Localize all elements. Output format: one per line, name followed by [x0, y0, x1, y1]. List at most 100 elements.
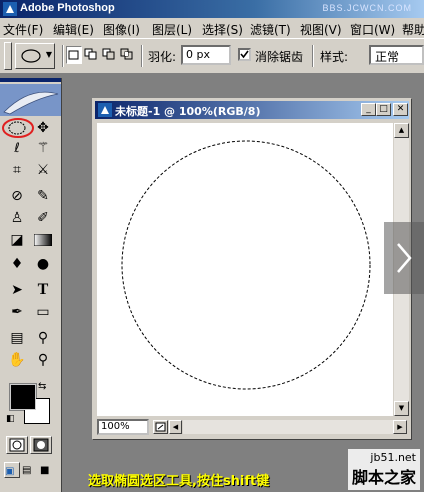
magic-wand-tool[interactable]: ⚚	[32, 138, 54, 158]
menu-select[interactable]: 选择(S)	[202, 21, 243, 38]
photoshop-doc-icon	[98, 103, 112, 117]
status-info-icon	[155, 422, 166, 432]
feather-input[interactable]: 0 px	[181, 45, 231, 65]
arrow-left-icon: ◀	[172, 423, 179, 431]
quick-mask-mode-button[interactable]	[30, 436, 52, 454]
quick-mask-icon	[33, 438, 49, 452]
full-screen-mode-button[interactable]: ■	[40, 462, 56, 478]
options-grip[interactable]	[4, 42, 12, 70]
menu-bar: 文件(F) 编辑(E) 图像(I) 图层(L) 选择(S) 滤镜(T) 视图(V…	[0, 18, 424, 38]
dodge-tool[interactable]: ●	[32, 254, 54, 274]
toolbox-panel: ✥ ℓ ⚚ ⌗ ⚔ ⊘ ✎ ♙ ✐ ◪ ♦ ● ➤ T ✒ ▭ ▤ ⚲ ✋ ⚲ …	[0, 78, 62, 492]
screen-mode-icon: ■	[40, 465, 50, 476]
menu-image[interactable]: 图像(I)	[103, 21, 140, 38]
standard-screen-mode-button[interactable]: ▣	[4, 462, 20, 478]
screen-mode-icon: ▣	[5, 466, 15, 477]
standard-mode-icon	[9, 438, 25, 452]
magnifier-icon: ⚲	[37, 352, 49, 368]
new-selection-button[interactable]	[66, 46, 82, 64]
type-tool[interactable]: T	[32, 280, 54, 300]
scroll-right-button[interactable]: ▶	[393, 420, 407, 434]
blur-tool[interactable]: ♦	[6, 254, 28, 274]
note-icon: ▤	[10, 330, 24, 346]
lasso-tool[interactable]: ℓ	[6, 138, 28, 158]
slice-tool[interactable]: ⚔	[32, 160, 54, 180]
brush-tool[interactable]: ✎	[32, 186, 54, 206]
options-bar: ▼ 羽化: 0 px 消除锯齿 样式: 正常	[0, 38, 424, 74]
document-title-bar[interactable]: 未标题-1 @ 100%(RGB/8) _ □ ✕	[95, 101, 409, 119]
subtract-selection-icon	[102, 48, 115, 60]
pen-tool[interactable]: ✒	[6, 302, 28, 322]
menu-filter[interactable]: 滤镜(T)	[250, 21, 291, 38]
notes-tool[interactable]: ▤	[6, 328, 28, 348]
checkmark-icon	[240, 50, 249, 59]
lasso-icon: ℓ	[14, 140, 20, 156]
tool-preset-picker[interactable]: ▼	[15, 43, 55, 69]
move-tool[interactable]: ✥	[32, 118, 54, 138]
gradient-tool[interactable]	[32, 230, 54, 250]
healing-brush-tool[interactable]: ⊘	[6, 186, 28, 206]
menu-window[interactable]: 窗口(W)	[350, 21, 395, 38]
history-brush-icon: ✐	[37, 210, 49, 226]
document-title: 未标题-1 @ 100%(RGB/8)	[115, 105, 261, 118]
magic-wand-icon: ⚚	[36, 140, 50, 156]
next-image-button[interactable]	[384, 222, 424, 294]
add-selection-button[interactable]	[84, 46, 100, 64]
menu-view[interactable]: 视图(V)	[300, 21, 342, 38]
menu-layer[interactable]: 图层(L)	[152, 21, 192, 38]
brush-icon: ✎	[37, 188, 49, 204]
swap-colors-icon[interactable]: ⇆	[38, 381, 46, 392]
scroll-down-button[interactable]: ▼	[394, 401, 409, 416]
zoom-tool[interactable]: ⚲	[32, 350, 54, 370]
feather-logo-icon[interactable]	[0, 84, 61, 116]
close-button[interactable]: ✕	[393, 103, 408, 116]
menu-file[interactable]: 文件(F)	[3, 21, 43, 38]
full-screen-menu-mode-button[interactable]: ▤	[22, 462, 38, 478]
style-select[interactable]: 正常	[369, 45, 424, 65]
toolbox-header[interactable]	[0, 78, 61, 82]
eyedropper-icon: ⚲	[37, 330, 49, 346]
separator	[312, 45, 314, 67]
foreground-color-swatch-front[interactable]	[10, 384, 36, 410]
horizontal-scrollbar-track[interactable]	[183, 420, 393, 434]
eyedropper-tool[interactable]: ⚲	[32, 328, 54, 348]
window-title: Adobe Photoshop	[20, 2, 115, 14]
scroll-up-button[interactable]: ▲	[394, 123, 409, 138]
pen-icon: ✒	[11, 304, 23, 320]
ellipse-marquee-preset-icon	[21, 49, 41, 63]
crop-icon: ⌗	[13, 162, 21, 178]
maximize-icon: □	[379, 104, 388, 114]
bandage-icon: ⊘	[11, 188, 23, 204]
menu-help[interactable]: 帮助	[402, 21, 424, 38]
site-name: 脚本之家	[351, 468, 416, 487]
history-brush-tool[interactable]: ✐	[32, 208, 54, 228]
subtract-selection-button[interactable]	[102, 46, 118, 64]
minimize-icon: _	[366, 104, 371, 114]
scroll-left-button[interactable]: ◀	[169, 420, 182, 434]
minimize-button[interactable]: _	[361, 103, 376, 116]
intersect-selection-button[interactable]	[120, 46, 136, 64]
standard-mode-button[interactable]	[6, 436, 28, 454]
crop-tool[interactable]: ⌗	[6, 160, 28, 180]
elliptical-selection-marquee[interactable]	[97, 123, 393, 416]
path-selection-tool[interactable]: ➤	[6, 280, 28, 300]
clone-stamp-tool[interactable]: ♙	[6, 208, 28, 228]
shape-tool[interactable]: ▭	[32, 302, 54, 322]
antialias-checkbox[interactable]	[238, 48, 251, 61]
maximize-button[interactable]: □	[376, 103, 391, 116]
forum-watermark: BBS.JCWCN.COM	[322, 3, 412, 13]
document-canvas[interactable]	[97, 123, 393, 416]
default-colors-icon[interactable]: ◧	[6, 414, 15, 424]
eraser-icon: ◪	[10, 232, 24, 248]
status-menu-button[interactable]	[153, 420, 168, 434]
hand-tool[interactable]: ✋	[6, 350, 28, 370]
menu-edit[interactable]: 编辑(E)	[53, 21, 94, 38]
photoshop-app-icon	[3, 2, 17, 16]
zoom-input[interactable]: 100%	[97, 419, 149, 435]
screen-mode-icon: ▤	[22, 465, 32, 476]
arrow-up-icon: ▲	[398, 126, 405, 134]
eraser-tool[interactable]: ◪	[6, 230, 28, 250]
dodge-icon: ●	[36, 256, 50, 272]
site-watermark: jb51.net 脚本之家	[347, 449, 420, 490]
arrow-down-icon: ▼	[398, 404, 405, 412]
